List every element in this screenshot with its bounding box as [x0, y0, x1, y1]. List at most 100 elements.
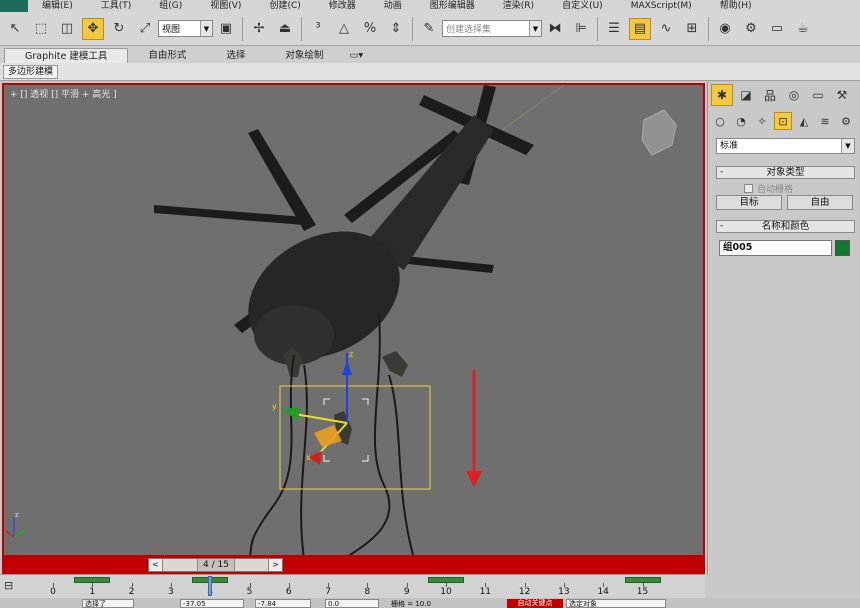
menu-modifiers[interactable]: 修改器 — [315, 0, 370, 12]
tab-selection[interactable]: 选择 — [206, 48, 265, 63]
tab-polygon-modeling[interactable]: 多边形建模 — [3, 65, 59, 79]
region-icon[interactable]: ⬚ — [30, 18, 52, 40]
perspective-viewport[interactable]: y x z z + [] 透视 [] 平滑 + 高光 ] — [2, 83, 705, 557]
category-select[interactable]: 标准 ▼ — [716, 138, 855, 154]
y-coordinate-field[interactable]: -7.84 — [255, 599, 311, 608]
layer-icon[interactable]: ☰ — [603, 18, 625, 40]
material-editor-icon[interactable]: ◉ — [714, 18, 736, 40]
collapse-icon: - — [720, 167, 724, 177]
select-icon[interactable]: ↖ — [4, 18, 26, 40]
prev-frame-button[interactable]: < — [149, 559, 163, 571]
z-coordinate-field[interactable]: 0.0 — [325, 599, 379, 608]
menu-edit[interactable]: 编辑(E) — [28, 0, 87, 12]
named-selection-select[interactable]: 创建选择集 ▼ — [442, 20, 542, 37]
target-camera-button[interactable]: 目标 — [716, 195, 782, 210]
display-panel-icon[interactable]: ▭ — [807, 84, 829, 106]
track-bar[interactable]: ⊟ 0123456789101112131415 — [0, 574, 705, 598]
motion-panel-icon[interactable]: ◎ — [783, 84, 805, 106]
menu-rendering[interactable]: 渲染(R) — [489, 0, 548, 12]
viewport-label[interactable]: + [] 透视 [] 平滑 + 高光 ] — [10, 87, 117, 100]
free-camera-button[interactable]: 自由 — [787, 195, 853, 210]
menu-customize[interactable]: 自定义(U) — [548, 0, 617, 12]
geometry-icon[interactable]: ○ — [711, 112, 729, 130]
spinner-snap-icon[interactable]: ⇕ — [385, 18, 407, 40]
autogrid-checkbox[interactable]: 自动栅格 — [744, 182, 793, 195]
menu-tools[interactable]: 工具(T) — [87, 0, 146, 12]
object-color-swatch[interactable] — [835, 240, 850, 256]
render-icon[interactable]: ☕ — [792, 18, 814, 40]
move-icon[interactable]: ✥ — [82, 17, 104, 40]
next-frame-button[interactable]: > — [268, 559, 282, 571]
window-crossing-icon[interactable]: ◫ — [56, 18, 78, 40]
selected-set-select[interactable]: 选定对象 — [566, 599, 666, 608]
tab-object-paint[interactable]: 对象绘制 — [265, 48, 343, 63]
create-panel-icon[interactable]: ✱ — [711, 84, 733, 106]
viewcube-icon[interactable] — [641, 109, 677, 156]
soldier-figure — [382, 351, 408, 377]
time-slider-thumb[interactable]: 4 / 15 — [197, 559, 235, 571]
modify-panel-icon[interactable]: ◪ — [735, 84, 757, 106]
keyframe-marker[interactable] — [74, 577, 111, 583]
trackbar-tick-label: 13 — [558, 587, 570, 597]
render-setup-icon[interactable]: ⚙ — [740, 18, 762, 40]
angle-snap-icon[interactable]: △ — [333, 18, 355, 40]
ribbon-options-icon[interactable]: ▭▾ — [343, 48, 369, 63]
manipulate-icon[interactable]: ✢ — [248, 18, 270, 40]
cameras-icon[interactable]: ⊡ — [774, 112, 792, 130]
percent-snap-icon[interactable]: % — [359, 18, 381, 40]
keyframe-marker[interactable] — [428, 577, 464, 583]
menu-help[interactable]: 帮助(H) — [706, 0, 766, 12]
curve-editor-icon[interactable]: ∿ — [655, 18, 677, 40]
scale-icon[interactable]: ⤢ — [134, 18, 156, 40]
keyboard-shortcut-icon[interactable]: ⏏ — [274, 18, 296, 40]
reference-coordinate-select[interactable]: 视图 ▼ — [158, 20, 213, 37]
toolbar-separator — [301, 16, 302, 41]
mirror-icon[interactable]: ⧓ — [544, 18, 566, 40]
world-axis-z-label: z — [15, 511, 19, 519]
menu-graph-editors[interactable]: 图形编辑器 — [416, 0, 489, 12]
graphite-toggle-icon[interactable]: ▤ — [629, 17, 651, 40]
trackbar-tick-label: 10 — [440, 587, 452, 597]
command-panel: ✱ ◪ 品 ◎ ▭ ⚒ ○ ◔ ✧ ⊡ ◭ ≋ ⚙ 标准 ▼ - 对象类型 自动… — [707, 82, 860, 575]
tab-freeform[interactable]: 自由形式 — [128, 48, 206, 63]
space-warps-icon[interactable]: ≋ — [816, 112, 834, 130]
current-frame-marker[interactable] — [208, 576, 213, 596]
x-coordinate-field[interactable]: -37.05 — [180, 599, 244, 608]
gizmo-z-arrow[interactable] — [342, 361, 352, 375]
pivot-icon[interactable]: ▣ — [215, 18, 237, 40]
systems-icon[interactable]: ⚙ — [837, 112, 855, 130]
trackbar-tick-label: 7 — [325, 587, 331, 597]
lights-icon[interactable]: ✧ — [753, 112, 771, 130]
rope — [249, 354, 295, 555]
chevron-down-icon: ▼ — [841, 139, 854, 153]
align-icon[interactable]: ⊫ — [570, 18, 592, 40]
shapes-icon[interactable]: ◔ — [732, 112, 750, 130]
edit-named-selection-icon[interactable]: ✎ — [418, 18, 440, 40]
menu-views[interactable]: 视图(V) — [196, 0, 255, 12]
create-category-tabs: ○ ◔ ✧ ⊡ ◭ ≋ ⚙ — [711, 112, 858, 130]
mini-curve-editor-icon[interactable]: ⊟ — [4, 579, 20, 593]
menu-group[interactable]: 组(G) — [145, 0, 196, 12]
hierarchy-panel-icon[interactable]: 品 — [759, 84, 781, 106]
app-logo-icon[interactable] — [0, 0, 28, 12]
tab-graphite-modeling[interactable]: Graphite 建模工具 — [4, 48, 129, 63]
menu-animation[interactable]: 动画 — [370, 0, 416, 12]
rotate-icon[interactable]: ↻ — [108, 18, 130, 40]
menu-maxscript[interactable]: MAXScript(M) — [617, 0, 706, 12]
viewport-scene: y x z z — [5, 85, 677, 555]
name-color-rollout[interactable]: - 名称和颜色 — [716, 220, 855, 233]
trackbar-tick-label: 12 — [518, 587, 531, 597]
schematic-icon[interactable]: ⊞ — [681, 18, 703, 40]
render-frame-icon[interactable]: ▭ — [766, 18, 788, 40]
autokey-button[interactable]: 自动关键点 — [507, 599, 563, 608]
time-slider[interactable]: < 4 / 15 > — [148, 558, 283, 572]
object-type-rollout[interactable]: - 对象类型 — [716, 166, 855, 179]
helpers-icon[interactable]: ◭ — [795, 112, 813, 130]
object-name-field[interactable]: 组005 — [719, 240, 832, 256]
status-bar: 选择了 -37.05 -7.84 0.0 栅格 = 10.0 自动关键点 选定对… — [0, 598, 860, 608]
snap-icon[interactable]: ³ — [307, 18, 329, 40]
keyframe-marker[interactable] — [624, 577, 661, 583]
menu-create[interactable]: 创建(C) — [255, 0, 314, 12]
rotor-blade — [154, 205, 304, 225]
utilities-panel-icon[interactable]: ⚒ — [831, 84, 853, 106]
